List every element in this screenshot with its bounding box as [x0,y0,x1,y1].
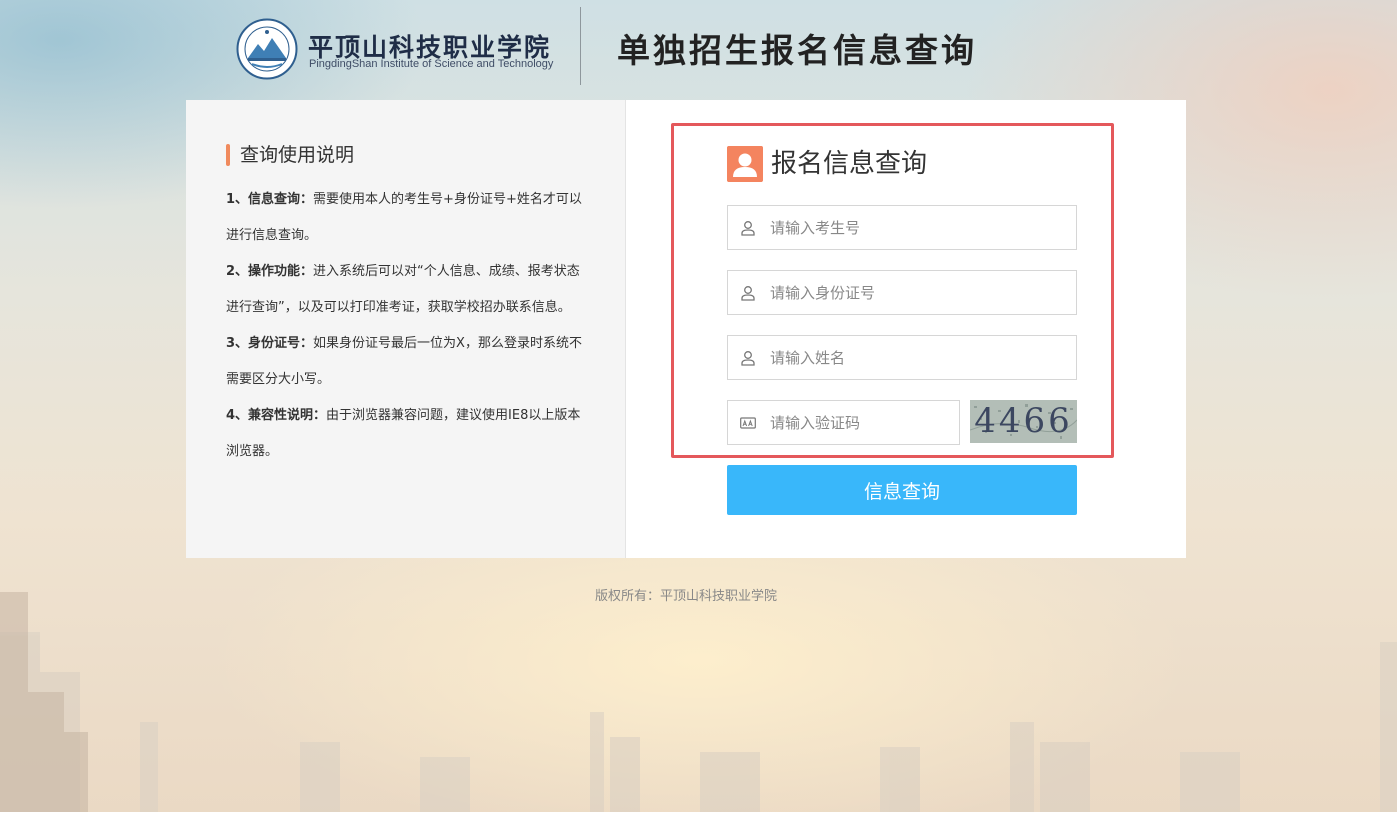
exam-number-field [727,205,1077,250]
captcha-code-text: 4466 [974,401,1073,441]
user-icon [727,146,763,182]
captcha-input[interactable] [770,401,950,444]
id-number-field [727,270,1077,315]
instruction-item: 4、兼容性说明：由于浏览器兼容问题，建议使用IE8以上版本浏览器。 [226,398,591,470]
school-name-english: PingdingShan Institute of Science and Te… [309,58,554,70]
instruction-item: 3、身份证号：如果身份证号最后一位为X，那么登录时系统不需要区分大小写。 [226,326,591,398]
user-outline-icon [741,286,755,301]
user-outline-icon [741,351,755,366]
page-title: 单独招生报名信息查询 [617,31,977,70]
captcha-icon [740,417,756,429]
info-query-button[interactable]: 信息查询 [727,465,1077,515]
school-logo-icon [236,18,298,80]
footer-copyright: 版权所有：平顶山科技职业学院 [594,589,777,604]
user-outline-icon [741,221,755,236]
name-field [727,335,1077,380]
instruction-item-label: 2、操作功能： [226,264,314,279]
instruction-item-label: 3、身份证号： [226,336,314,351]
instruction-item-label: 4、兼容性说明： [226,408,327,423]
page-header: 平顶山科技职业学院 PingdingShan Institute of Scie… [0,0,1397,100]
id-number-input[interactable] [770,271,1060,314]
bottom-white-strip [0,812,1397,839]
instructions-list: 1、信息查询：需要使用本人的考生号+身份证号+姓名才可以进行信息查询。 2、操作… [226,182,591,470]
form-heading-text: 报名信息查询 [771,149,928,179]
query-form-panel: 报名信息查询 请输入考生号 请输入身份证号 请输入姓名 请输入验证码 4466 … [626,100,1186,558]
instruction-item: 2、操作功能：进入系统后可以对“个人信息、成绩、报考状态进行查询”，以及可以打印… [226,254,591,326]
captcha-image[interactable]: 4466 [970,400,1077,443]
instructions-title: 查询使用说明 [226,144,354,166]
main-card: 查询使用说明 1、信息查询：需要使用本人的考生号+身份证号+姓名才可以进行信息查… [186,100,1186,558]
exam-number-input[interactable] [770,206,1060,249]
instruction-item-label: 1、信息查询： [226,192,314,207]
city-skyline-background [0,592,1397,812]
header-divider [580,7,581,85]
captcha-field [727,400,960,445]
instruction-item: 1、信息查询：需要使用本人的考生号+身份证号+姓名才可以进行信息查询。 [226,182,591,254]
instructions-panel: 查询使用说明 1、信息查询：需要使用本人的考生号+身份证号+姓名才可以进行信息查… [186,100,626,558]
name-input[interactable] [770,336,1060,379]
